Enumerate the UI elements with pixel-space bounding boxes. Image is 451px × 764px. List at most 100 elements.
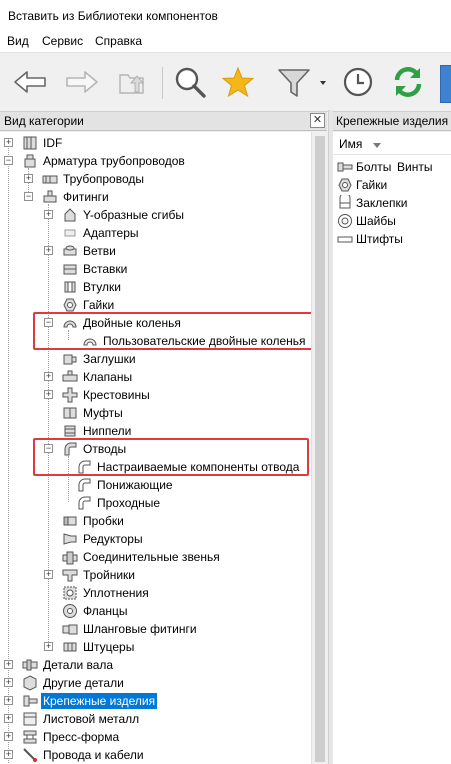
reducer-icon [62, 531, 78, 547]
favorites-star-icon [221, 66, 255, 98]
menu-service[interactable]: Сервис [42, 34, 83, 48]
tree-item-fitting-nipples[interactable]: + Штуцеры [44, 638, 136, 656]
tree-item-reducers[interactable]: Редукторы [62, 530, 145, 548]
items-list[interactable]: Имя Болты Винты Гайки Заклепки Шайбы Шти… [333, 132, 451, 764]
list-item-nuts[interactable]: Гайки [337, 176, 387, 194]
tree-item-bushings[interactable]: Втулки [62, 278, 123, 296]
tree-item-pipe-fittings[interactable]: − Арматура трубопроводов [4, 152, 187, 170]
filter-button[interactable] [272, 63, 328, 101]
title-bar: Вставить из Библиотеки компонентов [0, 0, 451, 32]
tree-item-unions[interactable]: Соединительные звенья [62, 548, 222, 566]
cross-icon [62, 387, 78, 403]
expand-toggle[interactable]: + [4, 660, 13, 669]
tree-item-through[interactable]: Проходные [76, 494, 162, 512]
expand-toggle[interactable]: + [4, 750, 13, 759]
tree-item-fittings[interactable]: − Фитинги [24, 188, 111, 206]
bushing-icon [62, 279, 78, 295]
up-folder-icon [119, 74, 145, 94]
other-parts-icon [22, 675, 38, 691]
list-item-washers[interactable]: Шайбы [337, 212, 396, 230]
seal-icon [62, 585, 78, 601]
expand-toggle[interactable]: + [44, 570, 53, 579]
cable-icon [22, 747, 38, 763]
history-clock-icon [343, 67, 373, 97]
fittings-icon [42, 189, 58, 205]
list-item-screws[interactable]: Винты [397, 158, 432, 176]
history-button[interactable] [338, 63, 378, 101]
expand-toggle[interactable]: + [44, 372, 53, 381]
branch-icon [62, 243, 78, 259]
expand-toggle[interactable]: + [44, 246, 53, 255]
idf-icon [22, 135, 38, 151]
list-item-bolts[interactable]: Болты [337, 158, 391, 176]
pipe-fittings-icon [22, 153, 38, 169]
pipeline-icon [42, 171, 58, 187]
tree-item-crosses[interactable]: + Крестовины [44, 386, 152, 404]
toolbar [0, 52, 451, 112]
tree-item-inserts[interactable]: Вставки [62, 260, 129, 278]
expand-toggle[interactable]: + [4, 696, 13, 705]
adapter-icon [62, 225, 78, 241]
search-button[interactable] [170, 63, 210, 101]
valve-icon [62, 369, 78, 385]
tree-item-valves[interactable]: + Клапаны [44, 368, 134, 386]
category-view-title: Вид категории [4, 114, 84, 128]
tree-item-flanges[interactable]: Фланцы [62, 602, 130, 620]
menu-help[interactable]: Справка [95, 34, 142, 48]
shaft-icon [22, 657, 38, 673]
through-elbow-icon [76, 495, 92, 511]
tree-item-shaft-parts[interactable]: + Детали вала [4, 656, 115, 674]
list-item-pins[interactable]: Штифты [337, 230, 403, 248]
search-icon [175, 67, 206, 98]
expand-toggle[interactable]: + [24, 174, 33, 183]
expand-toggle[interactable]: + [4, 732, 13, 741]
menu-view[interactable]: Вид [7, 34, 29, 48]
collapse-toggle[interactable]: − [4, 156, 13, 165]
tree-item-seals[interactable]: Уплотнения [62, 584, 151, 602]
tree-item-idf[interactable]: + IDF [4, 134, 64, 152]
expand-toggle[interactable]: + [4, 138, 13, 147]
close-pane-button[interactable]: ✕ [310, 113, 325, 128]
hose-fitting-icon [62, 621, 78, 637]
list-item-rivets[interactable]: Заклепки [337, 194, 407, 212]
scrollbar-thumb[interactable] [315, 136, 325, 762]
tree-item-tees[interactable]: + Тройники [44, 566, 137, 584]
expand-toggle[interactable]: + [44, 642, 53, 651]
tree-item-branches[interactable]: + Ветви [44, 242, 118, 260]
tree-item-sheet-metal[interactable]: + Листовой металл [4, 710, 141, 728]
forward-button[interactable] [62, 63, 102, 101]
tree-item-plugs[interactable]: Заглушки [62, 350, 138, 368]
expand-toggle[interactable]: + [44, 210, 53, 219]
washer-icon [337, 213, 353, 229]
bolt-icon [337, 159, 353, 175]
tree-item-adapters[interactable]: Адаптеры [62, 224, 141, 242]
union-icon [62, 549, 78, 565]
tree-item-reducing[interactable]: Понижающие [76, 476, 175, 494]
category-tree[interactable]: + IDF − Арматура трубопроводов + Трубопр… [0, 132, 311, 764]
tree-item-fasteners[interactable]: + Крепежные изделия [4, 692, 158, 710]
tree-item-couplings[interactable]: Муфты [62, 404, 125, 422]
fastener-icon [22, 693, 38, 709]
sheet-metal-icon [22, 711, 38, 727]
name-column-header[interactable]: Имя [333, 134, 451, 155]
tree-item-hose-fittings[interactable]: Шланговые фитинги [62, 620, 199, 638]
up-folder-button[interactable] [112, 63, 152, 101]
nut-icon [337, 177, 353, 193]
refresh-button[interactable] [388, 63, 428, 101]
insert-icon [62, 261, 78, 277]
tree-item-other-parts[interactable]: + Другие детали [4, 674, 126, 692]
toolbar-overflow-button[interactable] [440, 65, 451, 103]
tree-item-pipelines[interactable]: + Трубопроводы [24, 170, 146, 188]
tree-item-press-mold[interactable]: + Пресс-форма [4, 728, 121, 746]
expand-toggle[interactable]: + [4, 678, 13, 687]
expand-toggle[interactable]: + [44, 390, 53, 399]
tree-item-y-bends[interactable]: + Y-образные сгибы [44, 206, 186, 224]
expand-toggle[interactable]: + [4, 714, 13, 723]
back-button[interactable] [10, 63, 50, 101]
tree-item-caps[interactable]: Пробки [62, 512, 126, 530]
vertical-scrollbar[interactable] [311, 132, 328, 764]
collapse-toggle[interactable]: − [24, 192, 33, 201]
favorites-button[interactable] [218, 63, 258, 101]
tree-item-wires-cables[interactable]: + Провода и кабели [4, 746, 146, 764]
refresh-icon [394, 67, 422, 97]
